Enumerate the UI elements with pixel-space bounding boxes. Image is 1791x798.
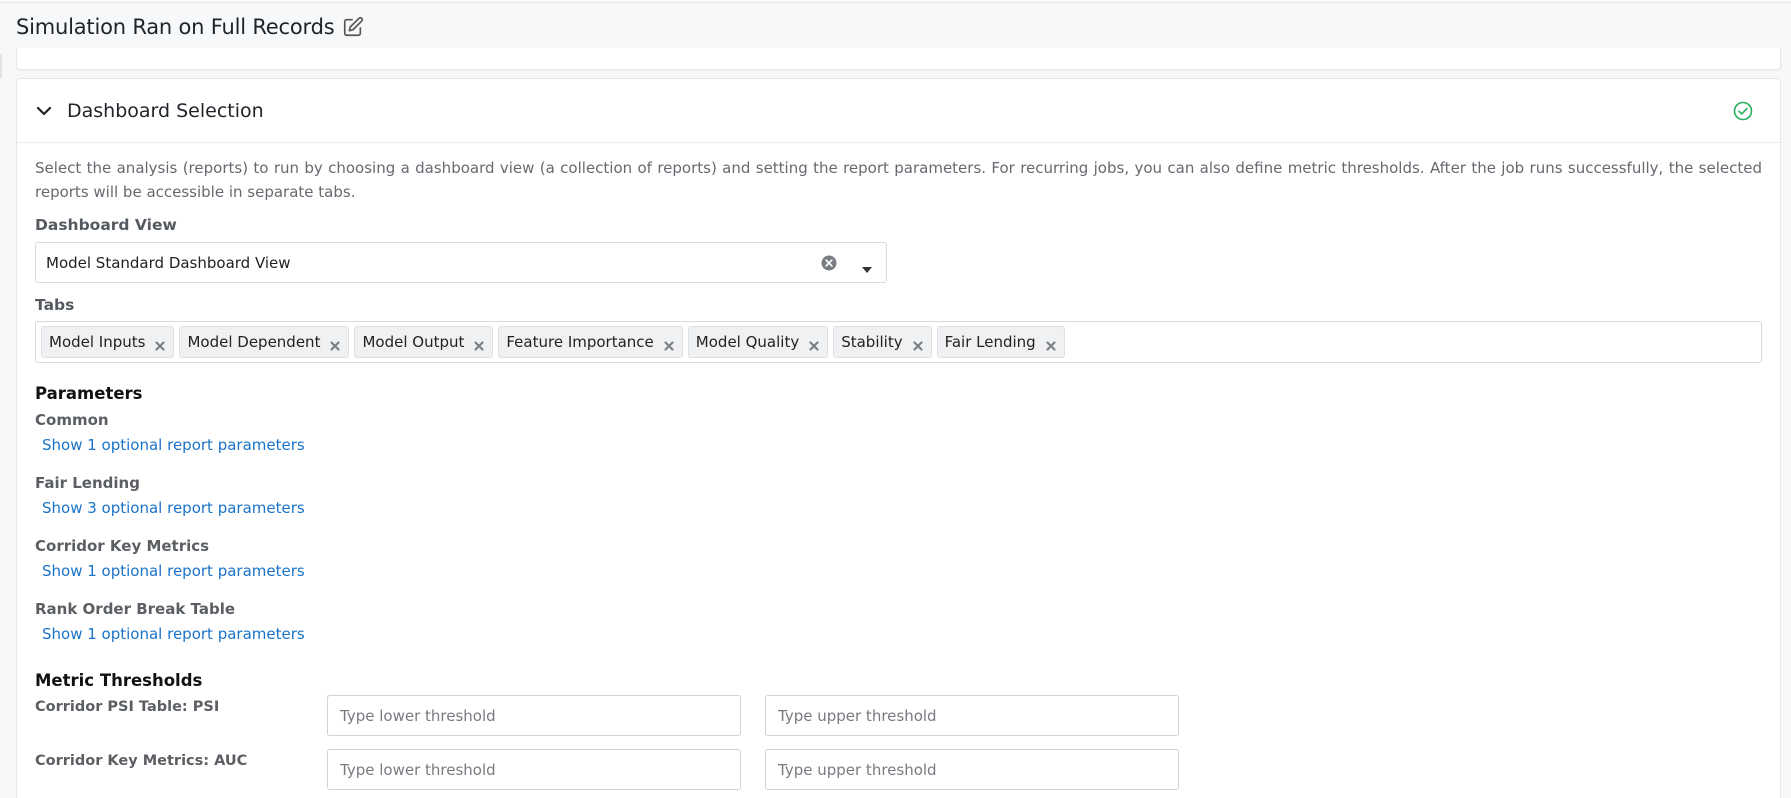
remove-tag-icon[interactable] [474,337,484,351]
tab-tag-label: Model Output [362,333,465,351]
psi-upper-threshold-input[interactable] [765,695,1179,736]
metric-thresholds-heading: Metric Thresholds [35,671,203,690]
page-header: Simulation Ran on Full Records [0,2,1791,51]
tab-tag-label: Feature Importance [506,333,654,351]
psi-lower-threshold-input[interactable] [327,695,741,736]
tabs-label: Tabs [35,296,75,314]
remove-tag-icon[interactable] [664,337,674,351]
tabs-multiselect[interactable]: Model Inputs Model Dependent Model Outpu… [35,321,1762,363]
metric-label-psi: Corridor PSI Table: PSI [35,699,220,715]
tab-tag-label: Model Inputs [49,333,146,351]
auc-upper-threshold-input[interactable] [765,749,1179,790]
show-optional-params-link[interactable]: Show 1 optional report parameters [42,562,305,580]
remove-tag-icon[interactable] [809,337,819,351]
remove-tag-icon[interactable] [155,337,166,351]
dashboard-view-label: Dashboard View [35,216,177,234]
auc-lower-threshold-input[interactable] [327,749,741,790]
dashboard-selection-card: Dashboard Selection Select the analysis … [16,78,1781,798]
show-optional-params-link[interactable]: Show 3 optional report parameters [42,499,305,517]
show-optional-params-link[interactable]: Show 1 optional report parameters [42,436,305,454]
param-group-label: Rank Order Break Table [35,600,236,618]
tab-tag: Model Quality [687,326,829,358]
param-group-label: Corridor Key Metrics [35,537,210,555]
check-circle-icon [1732,100,1754,122]
parameters-heading: Parameters [35,384,143,403]
tab-tag-label: Fair Lending [944,333,1036,351]
metric-label-auc: Corridor Key Metrics: AUC [35,753,248,769]
page: Simulation Ran on Full Records Dashboard… [0,0,1791,798]
dashboard-view-select[interactable]: Model Standard Dashboard View [35,242,887,283]
clear-icon[interactable] [820,254,838,272]
previous-section-card [16,48,1781,70]
tab-tag-label: Model Quality [695,333,800,351]
tab-tag: Stability [833,326,932,358]
tab-tag-label: Stability [841,333,903,351]
tab-tag: Model Dependent [179,326,350,358]
card-header[interactable]: Dashboard Selection [17,79,1780,143]
remove-tag-icon[interactable] [1046,337,1056,351]
remove-tag-icon[interactable] [912,337,923,351]
page-title: Simulation Ran on Full Records [16,15,335,39]
card-title: Dashboard Selection [67,99,264,122]
section-description: Select the analysis (reports) to run by … [35,159,1762,201]
caret-down-icon[interactable] [862,259,872,273]
left-edge-divider [0,54,2,78]
tab-tag: Model Output [354,326,494,358]
chevron-down-icon[interactable] [35,102,53,120]
show-optional-params-link[interactable]: Show 1 optional report parameters [42,625,305,643]
dashboard-view-value: Model Standard Dashboard View [46,253,291,272]
tab-tag: Fair Lending [936,326,1065,358]
tab-tag-label: Model Dependent [187,333,321,351]
tab-tag: Feature Importance [498,326,683,358]
edit-icon[interactable] [342,16,364,38]
tab-tag: Model Inputs [41,326,175,358]
param-group-label: Fair Lending [35,474,140,492]
remove-tag-icon[interactable] [330,337,341,351]
param-group-label: Common [35,411,109,429]
